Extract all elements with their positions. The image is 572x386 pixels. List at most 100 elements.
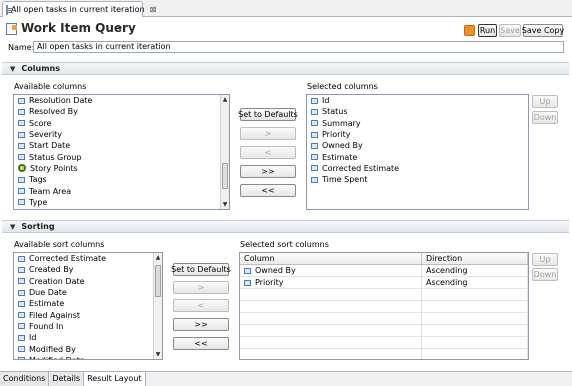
columns-add-all-button[interactable]: >> [240,165,296,178]
name-input[interactable]: All open tasks in current iteration [33,41,564,53]
available-sort-columns-list[interactable]: Corrected Estimate Created By Creation Dat… [13,252,163,360]
list-item[interactable]: Id [14,332,162,343]
list-item[interactable]: Created By [14,264,162,275]
editor-tab[interactable]: All open tasks in current iteration ⊠ [2,1,156,17]
sorting-add-all-button[interactable]: >> [173,318,229,331]
attribute-icon [311,176,318,183]
columns-remove-all-button[interactable]: << [240,184,296,197]
list-item[interactable]: Found In [14,321,162,332]
list-item-label: Time Spent [322,175,368,185]
close-icon[interactable]: ⊠ [150,5,157,14]
direction-header[interactable]: Direction [422,253,528,264]
sort-columns-scrollbar[interactable]: ▲ ▼ [153,253,162,359]
attribute-icon [311,120,318,127]
empty-table-row [240,313,528,325]
tab-details[interactable]: Details [49,372,85,386]
sorting-remove-all-button[interactable]: << [173,337,229,350]
list-item[interactable]: Modified Date [14,355,162,359]
columns-down-button[interactable]: Down [532,111,558,124]
save-button[interactable]: Save [499,24,521,37]
available-sort-columns-label: Available sort columns [14,240,105,249]
attribute-icon [18,266,25,273]
column-cell: Owned By [240,265,422,276]
scroll-up-icon[interactable]: ▲ [221,95,229,104]
list-item[interactable]: Resolved By [14,106,229,117]
attribute-icon [18,120,25,127]
list-item[interactable]: Estimate [14,298,162,309]
list-item[interactable]: Modified By [14,343,162,354]
sorting-add-button[interactable]: > [173,281,229,294]
selected-columns-list[interactable]: Id Status Summary Priority Owned By Estimate C… [306,94,529,210]
sorting-remove-button[interactable]: < [173,299,229,312]
sorting-section-title: Sorting [21,222,55,231]
selected-sort-table[interactable]: Column Direction Owned By Ascending Priori… [239,252,529,360]
scroll-thumb[interactable] [155,265,161,297]
list-item-label: Type [29,197,48,207]
save-copy-button[interactable]: Save Copy [522,24,564,37]
list-item[interactable]: Type [14,197,229,208]
collapse-arrow-icon[interactable]: ▼ [10,223,15,231]
table-row[interactable]: Owned By Ascending [240,265,528,277]
column-cell: Priority [240,277,422,288]
scroll-thumb[interactable] [222,163,228,189]
column-name: Priority [255,277,284,287]
table-row[interactable]: Priority Ascending [240,277,528,289]
list-item[interactable]: Due Date [14,287,162,298]
list-item[interactable]: Team Area [14,185,229,196]
sorting-section-header[interactable]: ▼ Sorting [2,220,569,233]
empty-table-row [240,337,528,349]
list-item[interactable]: Tags [14,174,229,185]
list-item[interactable]: Corrected Estimate [307,163,528,174]
columns-remove-button[interactable]: < [240,146,296,159]
empty-table-row [240,289,528,301]
sorting-up-button[interactable]: Up [532,253,558,266]
list-item[interactable]: Corrected Estimate [14,253,162,264]
list-item[interactable]: Summary [307,118,528,129]
rss-feed-icon[interactable] [464,25,475,36]
list-item[interactable]: Estimate [307,151,528,162]
list-item[interactable]: Owned By [307,140,528,151]
direction-cell[interactable]: Ascending [422,265,528,276]
list-item-label: Owned By [322,141,363,151]
scroll-up-icon[interactable]: ▲ [154,253,162,262]
list-item[interactable]: Status [307,106,528,117]
list-item-label: Found In [29,321,64,331]
empty-table-row [240,325,528,337]
list-item[interactable]: Resolution Date [14,95,229,106]
chevron-down-icon[interactable]: ▾ [118,24,122,33]
list-item[interactable]: Score [14,118,229,129]
column-header[interactable]: Column [240,253,422,264]
list-item[interactable]: Status Group [14,151,229,162]
sorting-set-defaults-button[interactable]: Set to Defaults [171,263,231,276]
list-item-label: Status [322,107,348,117]
tab-conditions[interactable]: Conditions [0,372,50,386]
attribute-icon [18,154,25,161]
scroll-down-icon[interactable]: ▼ [154,350,162,359]
available-columns-list[interactable]: Resolution Date Resolved By Score Severity S… [13,94,230,210]
list-item[interactable]: Start Date [14,140,229,151]
columns-up-button[interactable]: Up [532,95,558,108]
list-item[interactable]: Creation Date [14,276,162,287]
sorting-down-button[interactable]: Down [532,268,558,281]
available-columns-scrollbar[interactable]: ▲ ▼ [220,95,229,209]
collapse-arrow-icon[interactable]: ▼ [10,65,15,73]
attribute-icon [18,357,25,359]
direction-cell[interactable]: Ascending [422,277,528,288]
list-item[interactable]: Story Points [14,163,229,174]
list-item[interactable]: Priority [307,129,528,140]
columns-add-button[interactable]: > [240,127,296,140]
columns-section-header[interactable]: ▼ Columns [2,62,569,75]
columns-set-defaults-button[interactable]: Set to Defaults [238,108,298,121]
list-item[interactable]: Time Spent [307,174,528,185]
name-label: Name: [8,43,35,52]
scroll-down-icon[interactable]: ▼ [221,200,229,209]
list-item[interactable]: Severity [14,129,229,140]
attribute-icon [18,255,25,262]
list-item[interactable]: Id [307,95,528,106]
attribute-icon [244,279,251,286]
list-item-label: Modified By [29,344,76,354]
tab-result-layout[interactable]: Result Layout [84,372,146,386]
run-button[interactable]: Run [478,24,497,37]
list-item-label: Status Group [29,152,82,162]
list-item[interactable]: Filed Against [14,309,162,320]
